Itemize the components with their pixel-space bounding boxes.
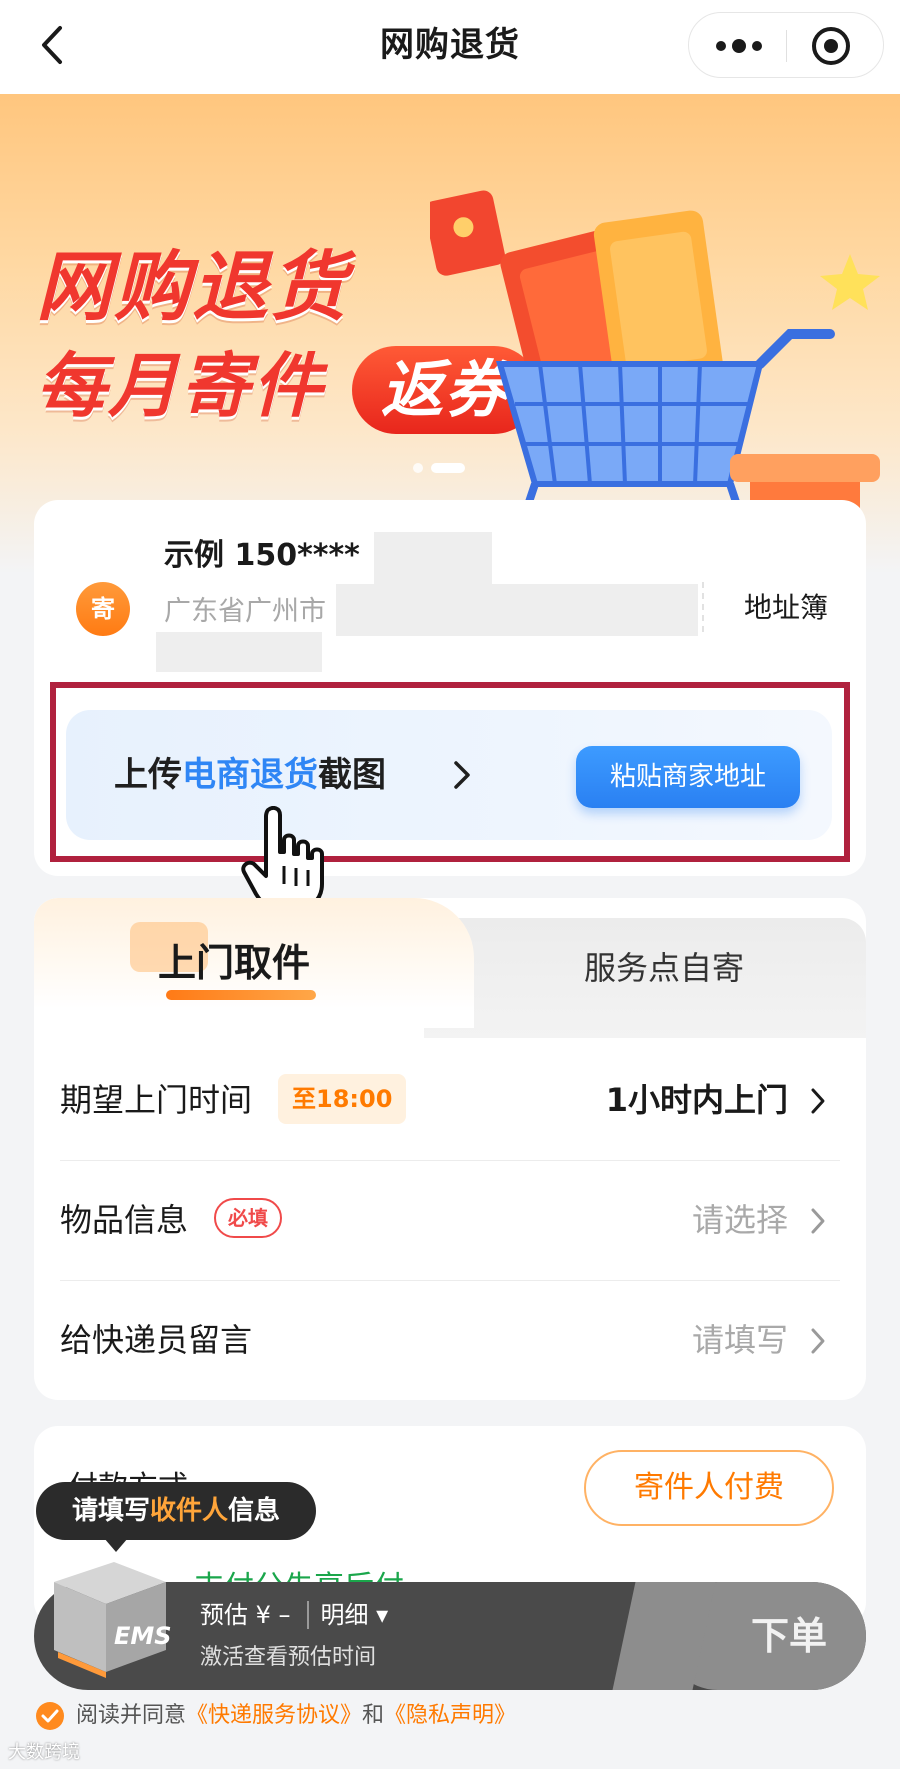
place-order-label: 下单 (750, 1614, 827, 1658)
pickup-time-label: 期望上门时间 (60, 1081, 253, 1119)
redacted-block (336, 584, 698, 636)
sender-pays-button[interactable]: 寄件人付费 (584, 1450, 834, 1526)
item-info-label: 物品信息 (60, 1201, 189, 1239)
courier-note-placeholder: 请填写 (691, 1321, 788, 1359)
chevron-right-icon (808, 1206, 828, 1236)
sender-name-phone[interactable]: 示例 150**** (164, 536, 360, 576)
chevron-right-icon (808, 1326, 828, 1356)
active-tab-underline (166, 990, 316, 1000)
agreement-text: 阅读并同意《快递服务协议》和《隐私声明》 (76, 1698, 516, 1734)
item-info-placeholder: 请选择 (691, 1201, 788, 1239)
mini-program-capsule (688, 12, 884, 78)
deadline-tag: 至18:00 (278, 1074, 407, 1124)
tooltip-suffix: 信息 (228, 1496, 281, 1526)
estimate-time-hint: 激活查看预估时间 (200, 1645, 377, 1670)
address-book-link[interactable]: 地址簿 (744, 588, 828, 628)
service-agreement-link[interactable]: 《快递服务协议》 (186, 1703, 362, 1728)
agreement-checkbox[interactable] (36, 1702, 64, 1730)
box-label: EMS (114, 1622, 172, 1650)
price-detail-toggle[interactable]: 明细 ▾ (306, 1601, 389, 1629)
divider (702, 582, 704, 632)
pickup-time-value: 1小时内上门 (605, 1081, 788, 1119)
price-estimate: 预估 ¥ – 明细 ▾ (200, 1598, 389, 1632)
banner-subheadline: 每月寄件 (36, 345, 324, 427)
detail-label: 明细 (320, 1601, 369, 1629)
sender-address[interactable]: 广东省广州市 (164, 592, 326, 632)
sender-badge: 寄 (76, 582, 130, 636)
place-order-button[interactable]: 下单 (664, 1582, 866, 1690)
highlight-frame (50, 682, 850, 862)
redacted-block (374, 532, 492, 584)
item-info-row[interactable]: 物品信息 必填 请选择 (60, 1160, 840, 1280)
navigation-bar: 网购退货 (0, 0, 900, 94)
privacy-statement-link[interactable]: 《隐私声明》 (384, 1703, 516, 1728)
caret-down-icon: ▾ (376, 1601, 389, 1629)
chevron-right-icon (808, 1086, 828, 1116)
redacted-block (156, 632, 322, 672)
shopping-cart-illustration (430, 190, 880, 536)
checkmark-icon (41, 1709, 59, 1723)
pickup-time-row[interactable]: 期望上门时间 至18:00 1小时内上门 (60, 1040, 840, 1160)
courier-note-label: 给快递员留言 (60, 1321, 253, 1359)
banner-headline: 网购退货 (36, 242, 348, 331)
pickup-options-card: 上门取件 服务点自寄 期望上门时间 至18:00 1小时内上门 物品信息 必填 … (34, 898, 866, 1400)
required-badge: 必填 (214, 1198, 282, 1238)
tooltip-highlight: 收件人 (149, 1496, 228, 1526)
ems-package-icon: EMS (44, 1552, 176, 1678)
more-icon[interactable] (709, 27, 769, 65)
carousel-indicator[interactable] (413, 461, 473, 473)
tooltip-arrow (104, 1538, 128, 1552)
recipient-info-tooltip: 请填写收件人信息 (36, 1482, 316, 1540)
close-mini-program-icon[interactable] (809, 24, 853, 68)
agreement-prefix: 阅读并同意 (76, 1703, 187, 1728)
tab-service-point-dropoff[interactable]: 服务点自寄 (454, 946, 866, 990)
estimate-label: 预估 ¥ – (200, 1601, 291, 1629)
courier-note-row[interactable]: 给快递员留言 请填写 (60, 1280, 840, 1400)
tooltip-prefix: 请填写 (71, 1496, 150, 1526)
carousel-dot (413, 463, 423, 473)
capsule-divider (786, 30, 787, 62)
carousel-dot-active (431, 463, 465, 473)
tab-doorstep-pickup[interactable]: 上门取件 (34, 938, 434, 988)
watermark: 大数跨境 (8, 1742, 80, 1763)
agreement-conjunction: 和 (362, 1703, 385, 1728)
